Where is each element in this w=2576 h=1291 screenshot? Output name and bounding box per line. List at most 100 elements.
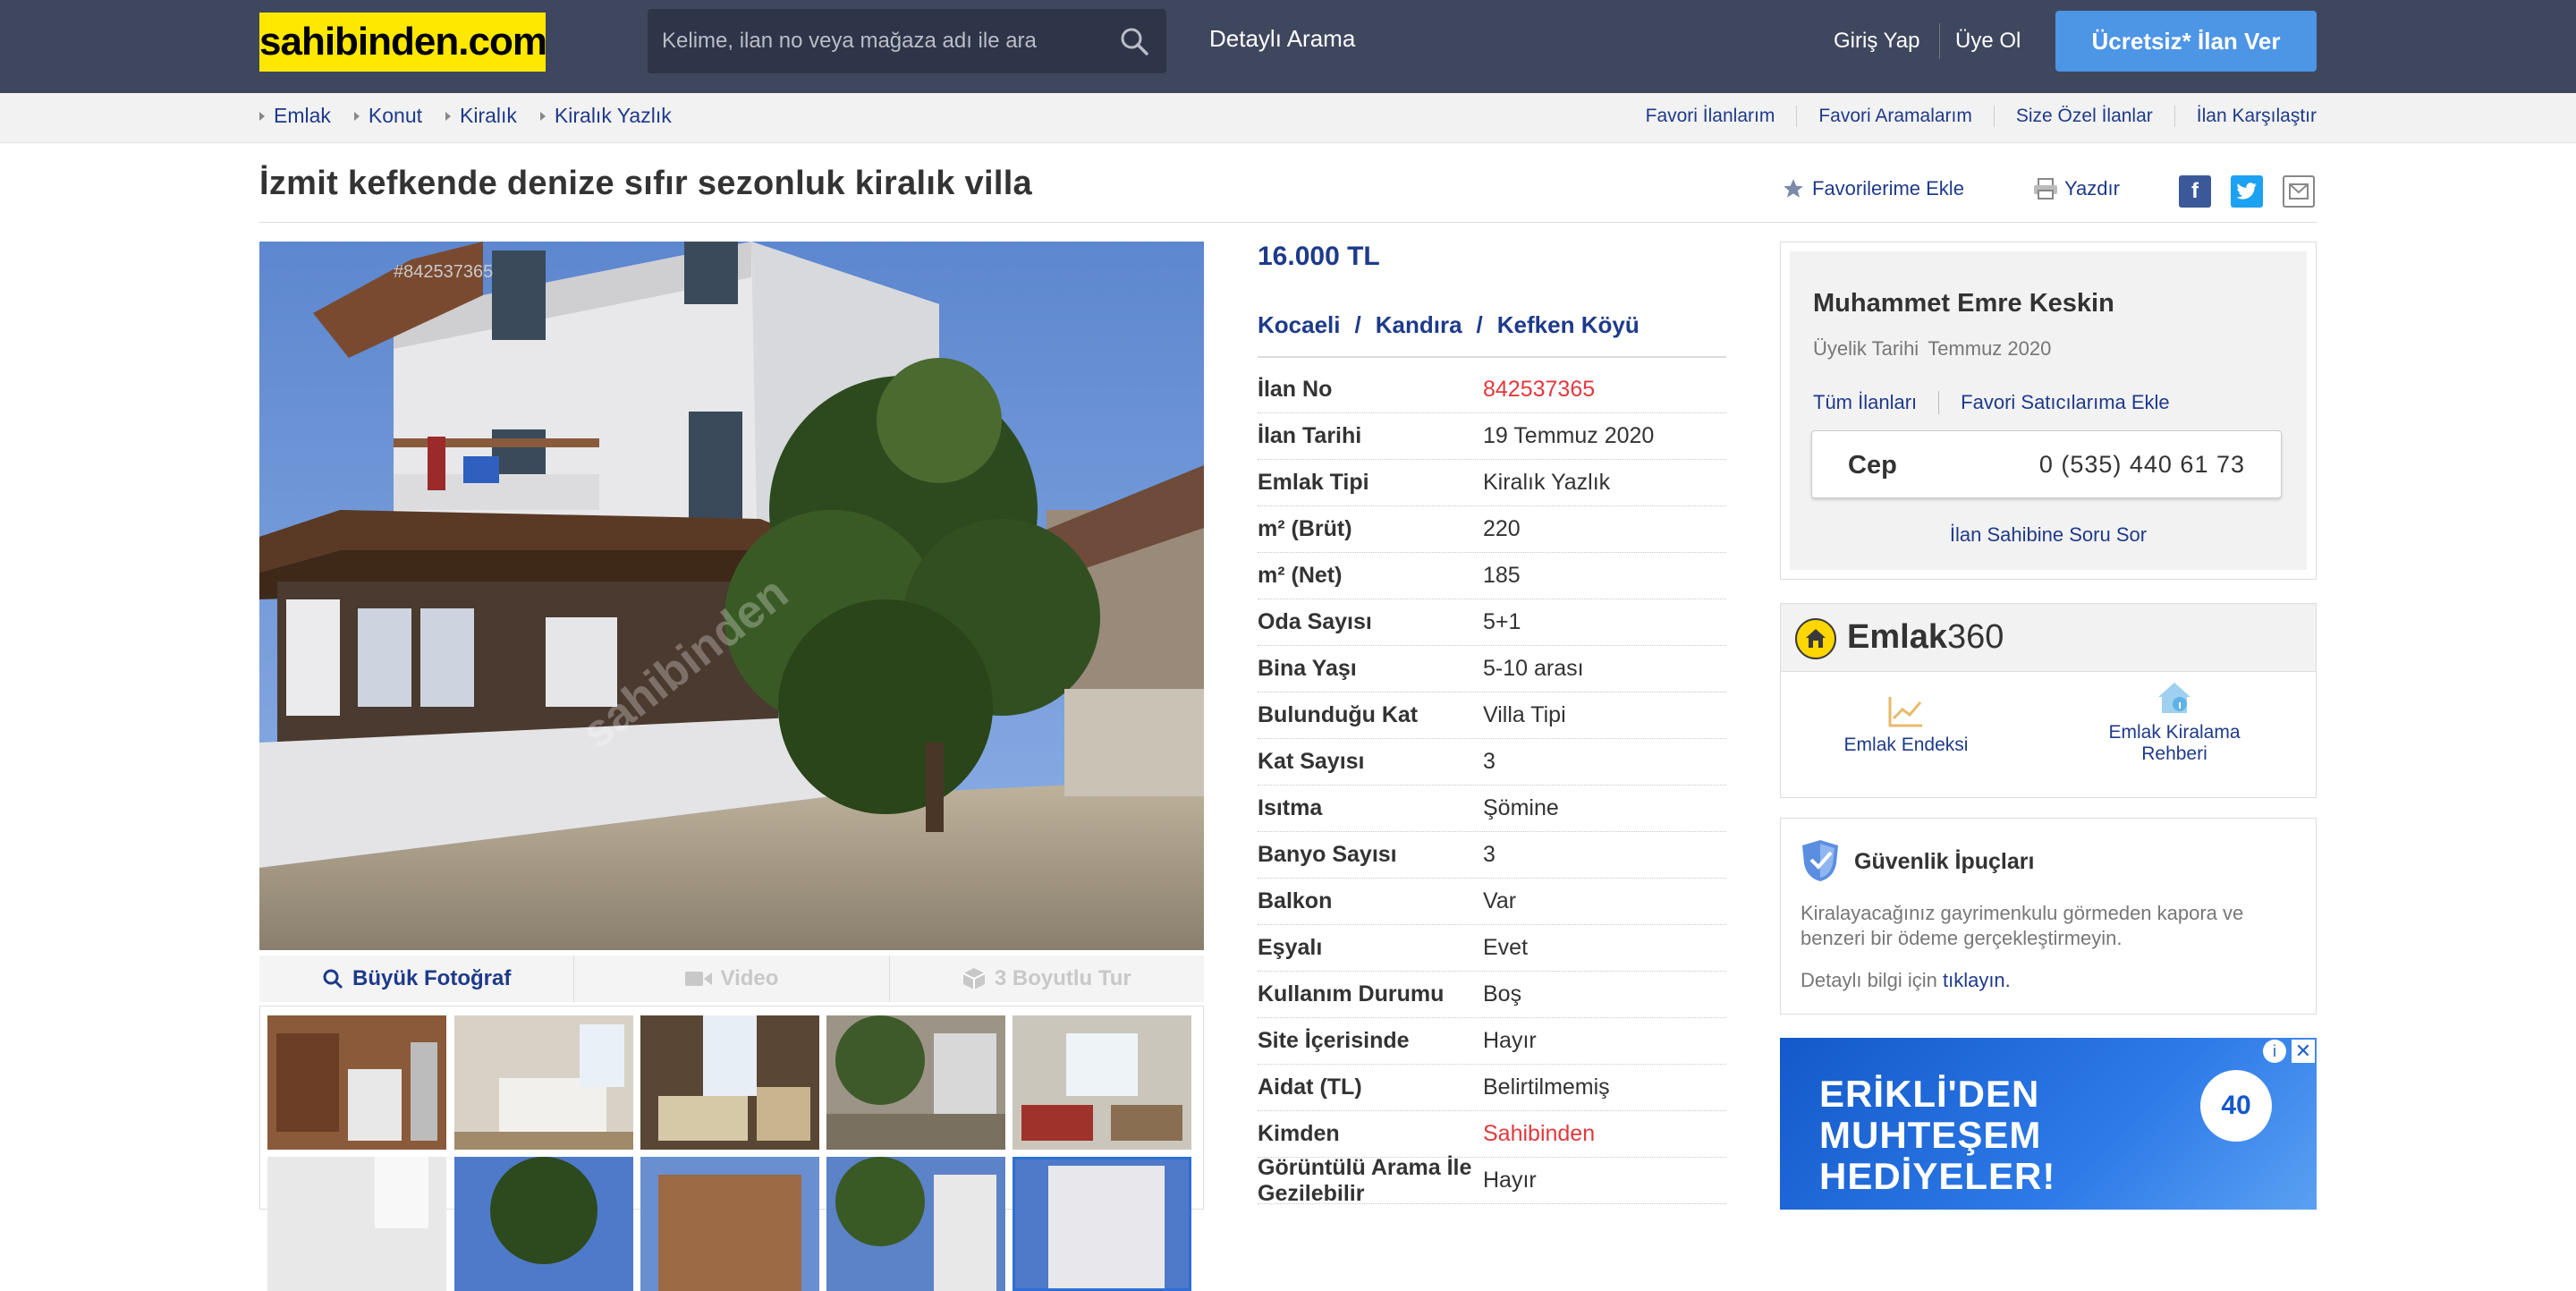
ad-line: MUHTEŞEM bbox=[1819, 1114, 2042, 1156]
security-more-link[interactable]: tıklayın. bbox=[1943, 969, 2011, 991]
thumbnail-2[interactable] bbox=[454, 1015, 633, 1150]
compare-listings-link[interactable]: İlan Karşılaştır bbox=[2174, 106, 2317, 127]
thumbnail-3[interactable] bbox=[640, 1015, 819, 1150]
post-ad-button[interactable]: Ücretsiz* İlan Ver bbox=[2055, 11, 2317, 72]
rental-guide-link[interactable]: Emlak Kiralama Rehberi bbox=[2085, 681, 2264, 765]
breadcrumb-label[interactable]: Kiralık Yazlık bbox=[555, 104, 672, 128]
add-favorite-button[interactable]: Favorilerime Ekle bbox=[1782, 177, 1964, 200]
spec-row: Kullanım Durumu Boş bbox=[1258, 972, 1726, 1018]
ad-badge: 40 bbox=[2200, 1070, 2272, 1142]
spec-value: Belirtilmemiş bbox=[1483, 1074, 1610, 1100]
spec-value: 842537365 bbox=[1483, 377, 1596, 402]
login-link[interactable]: Giriş Yap bbox=[1834, 29, 1919, 54]
phone-box[interactable]: Cep 0 (535) 440 61 73 bbox=[1811, 430, 2282, 498]
tab-video[interactable]: Video bbox=[574, 956, 890, 1002]
spec-value: Var bbox=[1483, 888, 1517, 913]
spec-value: Kiralık Yazlık bbox=[1483, 470, 1611, 495]
spec-row: Kimden Sahibinden bbox=[1258, 1111, 1726, 1158]
thumbnail-5[interactable] bbox=[1013, 1015, 1191, 1150]
tab-large-photo[interactable]: Büyük Fotoğraf bbox=[259, 956, 575, 1002]
location-district-link[interactable]: Kandıra bbox=[1376, 311, 1462, 339]
spec-row: m² (Net) 185 bbox=[1258, 553, 1726, 599]
add-favorite-label: Favorilerime Ekle bbox=[1812, 177, 1964, 200]
breadcrumb-item[interactable]: Kiralık bbox=[445, 104, 517, 128]
account-links: Favori İlanlarım Favori Aramalarım Size … bbox=[1646, 106, 2317, 127]
thumbnail-6[interactable] bbox=[267, 1157, 446, 1291]
emlak360-header: Emlak360 bbox=[1781, 604, 2316, 672]
add-favorite-seller-link[interactable]: Favori Satıcılarıma Ekle bbox=[1961, 391, 2170, 414]
listing-title: İzmit kefkende denize sıfır sezonluk kir… bbox=[259, 165, 1032, 202]
shield-icon bbox=[1802, 840, 1838, 881]
chevron-right-icon bbox=[353, 111, 360, 121]
star-icon bbox=[1784, 179, 1803, 198]
spec-value: 5-10 arası bbox=[1483, 656, 1584, 681]
facebook-share-icon[interactable]: f bbox=[2179, 175, 2211, 208]
search-input[interactable] bbox=[662, 9, 1091, 73]
twitter-share-icon[interactable] bbox=[2231, 175, 2263, 208]
breadcrumb-label[interactable]: Konut bbox=[369, 104, 422, 128]
spec-row: Site İçerisinde Hayır bbox=[1258, 1018, 1726, 1065]
tab-3d-tour[interactable]: 3 Boyutlu Tur bbox=[890, 956, 1204, 1002]
thumbnail-4[interactable] bbox=[826, 1015, 1005, 1150]
favorite-listings-link[interactable]: Favori İlanlarım bbox=[1646, 106, 1797, 127]
spec-label: Bulunduğu Kat bbox=[1258, 702, 1419, 727]
thumbnail-7[interactable] bbox=[454, 1157, 633, 1291]
spec-row: İlan No 842537365 bbox=[1258, 367, 1726, 413]
location-divider bbox=[1258, 356, 1726, 358]
security-tips-box: Güvenlik İpuçları Kiralayacağınız gayrim… bbox=[1780, 818, 2317, 1015]
spec-label: Bina Yaşı bbox=[1258, 656, 1357, 681]
thumbnail-10-selected[interactable] bbox=[1013, 1157, 1191, 1291]
spec-value: Evet bbox=[1483, 935, 1529, 960]
special-listings-link[interactable]: Size Özel İlanlar bbox=[1993, 106, 2174, 127]
spec-row: Balkon Var bbox=[1258, 879, 1726, 925]
seller-name: Muhammet Emre Keskin bbox=[1813, 289, 2114, 318]
top-header: sahibinden.com Detaylı Arama Giriş Yap Ü… bbox=[0, 0, 2576, 93]
spec-label: Eşyalı bbox=[1258, 935, 1323, 960]
chevron-right-icon bbox=[445, 111, 452, 121]
spec-value: 19 Temmuz 2020 bbox=[1483, 423, 1655, 448]
emlak-index-link[interactable]: Emlak Endeksi bbox=[1817, 681, 1996, 756]
phone-label: Cep bbox=[1848, 451, 1897, 480]
location-city-link[interactable]: Kocaeli bbox=[1258, 311, 1341, 339]
spec-value: 5+1 bbox=[1483, 609, 1521, 634]
breadcrumb-item[interactable]: Kiralık Yazlık bbox=[539, 104, 672, 128]
breadcrumb-label[interactable]: Kiralık bbox=[460, 104, 517, 128]
thumbnail-8[interactable] bbox=[640, 1157, 819, 1291]
tab-large-photo-label: Büyük Fotoğraf bbox=[352, 966, 512, 990]
main-photo[interactable]: #842537365 sahibinden bbox=[259, 242, 1204, 950]
thumbnail-1[interactable] bbox=[267, 1015, 446, 1150]
emlak360-title[interactable]: Emlak360 bbox=[1847, 618, 2004, 657]
location-neighborhood-link[interactable]: Kefken Köyü bbox=[1497, 311, 1640, 339]
spec-row: Bina Yaşı 5-10 arası bbox=[1258, 646, 1726, 692]
favorite-searches-link[interactable]: Favori Aramalarım bbox=[1796, 106, 1994, 127]
breadcrumb-item[interactable]: Emlak bbox=[259, 104, 331, 128]
membership-value: Temmuz 2020 bbox=[1928, 337, 2052, 360]
spec-row: İlan Tarihi 19 Temmuz 2020 bbox=[1258, 413, 1726, 460]
location-separator: / bbox=[1354, 311, 1361, 338]
emlak360-title-bold: Emlak bbox=[1847, 618, 1947, 656]
search-box bbox=[648, 9, 1166, 73]
ad-info-icon[interactable]: i bbox=[2263, 1040, 2286, 1063]
search-icon[interactable] bbox=[1118, 25, 1150, 57]
cube-icon bbox=[962, 968, 986, 989]
email-share-icon[interactable] bbox=[2283, 175, 2315, 208]
print-button[interactable]: Yazdır bbox=[2032, 177, 2120, 200]
thumbnail-9[interactable] bbox=[826, 1157, 1005, 1291]
ad-close-icon[interactable]: ✕ bbox=[2292, 1040, 2315, 1063]
site-logo[interactable]: sahibinden.com bbox=[259, 13, 547, 72]
spec-label: Görüntülü Arama İle Gezilebilir bbox=[1258, 1154, 1472, 1206]
spec-label: İlan Tarihi bbox=[1258, 423, 1362, 448]
spec-label: Balkon bbox=[1258, 888, 1333, 913]
ask-seller-link[interactable]: İlan Sahibine Soru Sor bbox=[1790, 523, 2307, 547]
phone-number[interactable]: 0 (535) 440 61 73 bbox=[2039, 451, 2245, 479]
advertisement-banner[interactable]: ERİKLİ'DEN MUHTEŞEM HEDİYELER! 40 i ✕ bbox=[1780, 1038, 2317, 1210]
breadcrumb-bar: Emlak Konut Kiralık Kiralık Yazlık Favor… bbox=[0, 93, 2576, 143]
breadcrumb-label[interactable]: Emlak bbox=[274, 104, 331, 128]
breadcrumb-item[interactable]: Konut bbox=[353, 104, 422, 128]
all-listings-link[interactable]: Tüm İlanları bbox=[1813, 391, 1917, 414]
register-link[interactable]: Üye Ol bbox=[1955, 29, 2021, 54]
chart-trend-icon bbox=[1888, 697, 1922, 727]
emlak360-title-light: 360 bbox=[1946, 618, 2004, 656]
detailed-search-link[interactable]: Detaylı Arama bbox=[1209, 25, 1355, 53]
envelope-icon bbox=[2289, 183, 2309, 200]
